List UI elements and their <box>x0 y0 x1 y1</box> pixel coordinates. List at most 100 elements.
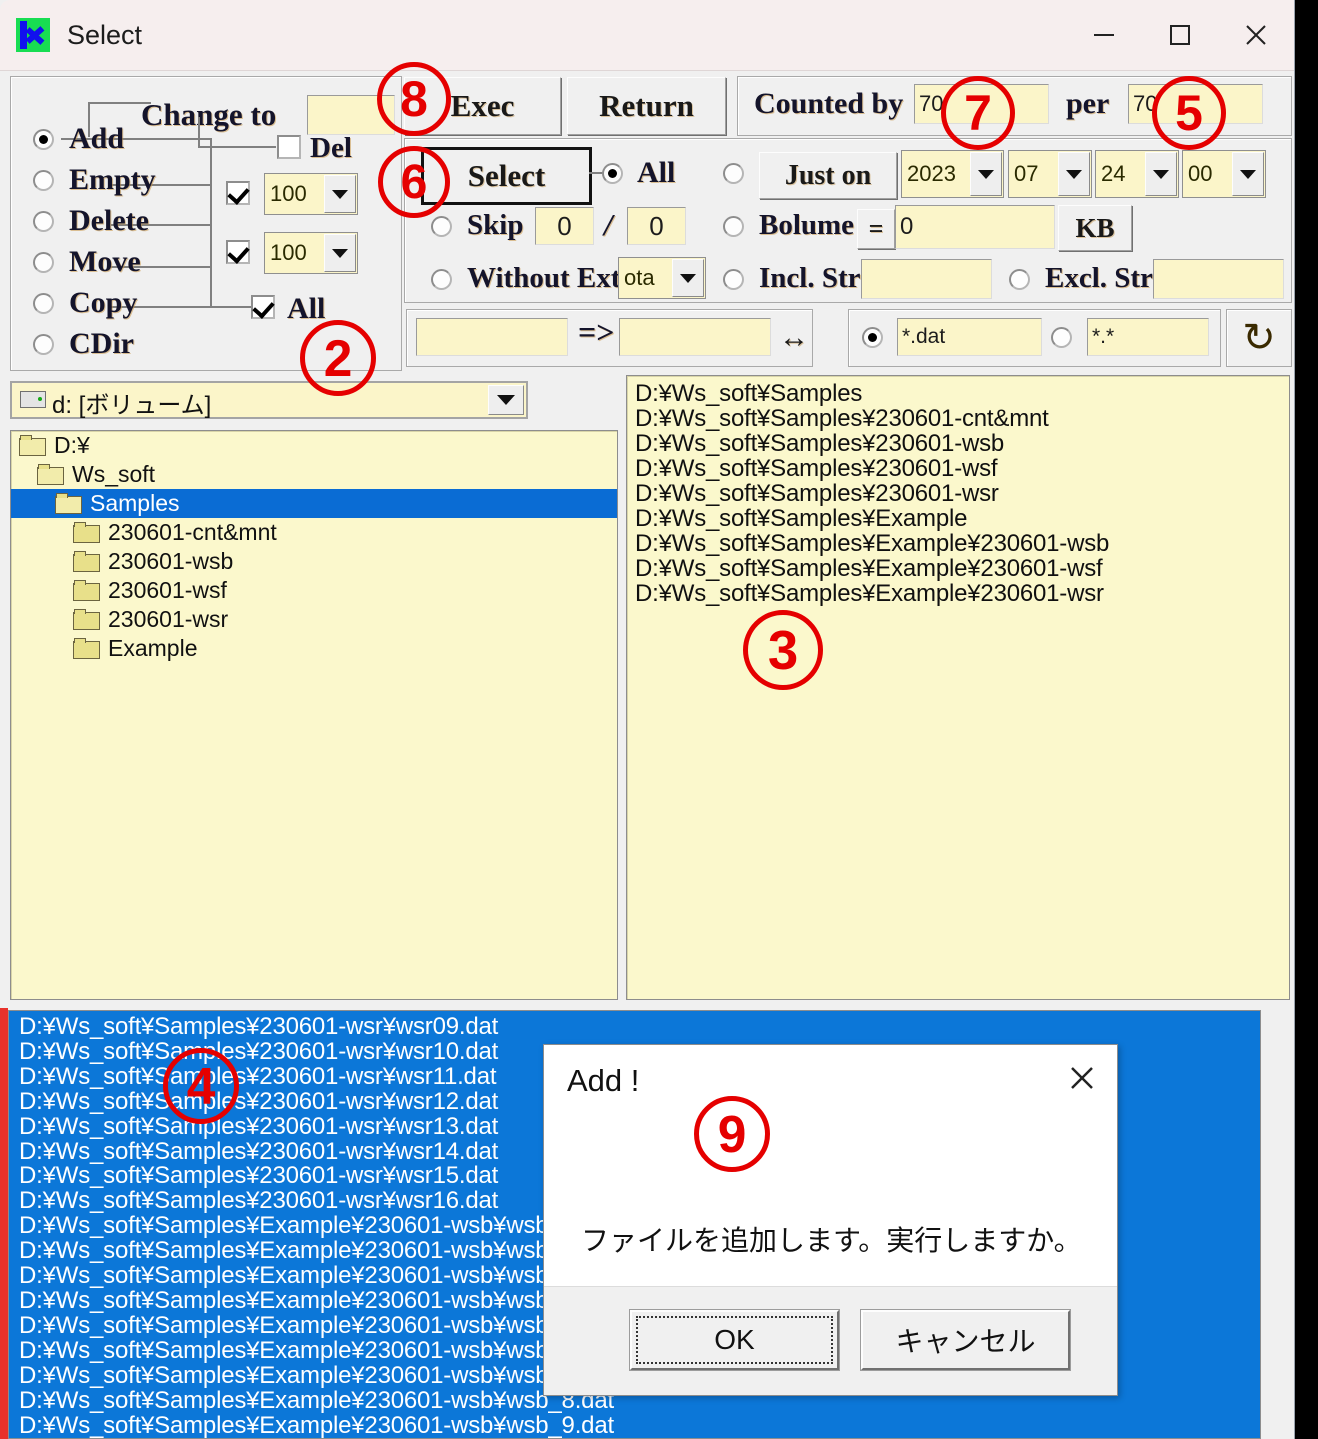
swap-arrows-icon[interactable]: ↔ <box>779 312 809 364</box>
dialog-message: ファイルを追加します。実行しますか。 <box>581 1225 1082 1256</box>
radio-mask-primary[interactable] <box>862 327 883 348</box>
path-list-item[interactable]: D:¥Ws_soft¥Samples¥230601-wsb <box>635 431 1289 456</box>
count1-combo[interactable]: 100 <box>264 173 358 215</box>
focus-ring <box>636 1316 833 1364</box>
radio-skip[interactable] <box>431 216 452 237</box>
skip-from-input[interactable]: 0 <box>535 207 594 245</box>
tree-item[interactable]: Example <box>11 634 617 663</box>
cancel-label: キャンセル <box>895 1326 1036 1357</box>
radio-without-ext[interactable] <box>431 269 452 290</box>
radio-move[interactable] <box>33 252 54 273</box>
label-copy: Copy <box>69 286 138 319</box>
mask-primary-input[interactable]: *.dat <box>897 318 1042 356</box>
count2-value: 100 <box>270 240 307 265</box>
chevron-down-icon[interactable] <box>488 385 524 415</box>
radio-delete[interactable] <box>33 211 54 232</box>
bolume-eq-button[interactable]: = <box>857 209 895 249</box>
tree-item-label: 230601-wsf <box>108 577 227 603</box>
count2-combo[interactable]: 100 <box>264 232 358 274</box>
file-list-scroll-gutter[interactable] <box>1261 1008 1294 1439</box>
replace-to-input[interactable] <box>619 318 771 356</box>
kb-button[interactable]: KB <box>1058 205 1132 251</box>
tree-item[interactable]: 230601-wsf <box>11 576 617 605</box>
path-list-item[interactable]: D:¥Ws_soft¥Samples <box>635 381 1289 406</box>
file-list-item[interactable]: D:¥Ws_soft¥Samples¥Example¥230601-wsb¥ws… <box>19 1413 1260 1439</box>
bolume-input[interactable]: 0 <box>895 205 1055 249</box>
radio-excl-str[interactable] <box>1009 269 1030 290</box>
month-combo[interactable]: 07 <box>1008 150 1092 198</box>
count2-checkbox[interactable] <box>226 240 250 264</box>
dialog-footer: OK キャンセル <box>544 1286 1117 1395</box>
radio-just-on[interactable] <box>723 163 744 184</box>
incl-str-input[interactable] <box>861 259 992 299</box>
label-bolume: Bolume <box>759 209 855 241</box>
refresh-icon[interactable]: ↻ <box>1227 310 1291 366</box>
per-input[interactable]: 70 <box>1128 84 1263 124</box>
del-checkbox[interactable] <box>277 135 301 159</box>
counted-by-input[interactable]: 70 <box>914 84 1049 124</box>
chevron-down-icon[interactable] <box>1145 152 1177 196</box>
path-list-item[interactable]: D:¥Ws_soft¥Samples¥Example¥230601-wsb <box>635 531 1289 556</box>
day-combo[interactable]: 24 <box>1095 150 1179 198</box>
skip-to-input[interactable]: 0 <box>627 207 686 245</box>
file-list-item[interactable]: D:¥Ws_soft¥Samples¥230601-wsr¥wsr09.dat <box>19 1014 1260 1040</box>
return-button[interactable]: Return <box>567 77 726 135</box>
radio-add[interactable] <box>33 129 54 150</box>
path-list-item[interactable]: D:¥Ws_soft¥Samples¥Example¥230601-wsr <box>635 581 1289 606</box>
hour-combo[interactable]: 00 <box>1182 150 1266 198</box>
app-k-icon <box>16 18 50 52</box>
dialog-close-icon[interactable] <box>1065 1061 1099 1095</box>
chevron-down-icon[interactable] <box>970 152 1002 196</box>
replace-from-input[interactable] <box>416 318 568 356</box>
path-list-item[interactable]: D:¥Ws_soft¥Samples¥Example <box>635 506 1289 531</box>
per-label: per <box>1066 87 1110 120</box>
tree-item[interactable]: 230601-wsr <box>11 605 617 634</box>
label-skip: Skip <box>467 209 524 241</box>
maximize-icon[interactable] <box>1142 0 1218 70</box>
exec-button[interactable]: Exec <box>404 77 561 135</box>
radio-empty[interactable] <box>33 170 54 191</box>
path-list-item[interactable]: D:¥Ws_soft¥Samples¥Example¥230601-wsf <box>635 556 1289 581</box>
radio-mask-secondary[interactable] <box>1051 327 1072 348</box>
filter-group: Select All Skip 0 / 0 Without Ext. ota J… <box>404 138 1292 303</box>
chevron-down-icon[interactable] <box>324 175 356 213</box>
minimize-icon[interactable] <box>1066 0 1142 70</box>
radio-cdir[interactable] <box>33 334 54 355</box>
mask-secondary-input[interactable]: *.* <box>1087 318 1209 356</box>
path-list-item[interactable]: D:¥Ws_soft¥Samples¥230601-wsf <box>635 456 1289 481</box>
chevron-down-icon[interactable] <box>324 234 356 272</box>
action-group: Change to Add Empty Delete Move Copy CDi… <box>10 76 402 371</box>
drive-value: d: [ボリューム] <box>52 392 212 419</box>
tree-item-label: D:¥ <box>54 432 90 458</box>
excl-str-input[interactable] <box>1153 259 1284 299</box>
path-list-item[interactable]: D:¥Ws_soft¥Samples¥230601-wsr <box>635 481 1289 506</box>
ok-button[interactable]: OK <box>630 1310 839 1370</box>
close-icon[interactable] <box>1218 0 1294 70</box>
without-ext-combo[interactable]: ota <box>618 257 706 299</box>
year-combo[interactable]: 2023 <box>901 150 1004 198</box>
drive-combo[interactable]: d: [ボリューム] <box>10 381 528 419</box>
radio-all[interactable] <box>602 163 623 184</box>
day-value: 24 <box>1101 161 1126 186</box>
folder-tree[interactable]: D:¥ Ws_soft Samples 230601-cnt&mnt 230601-ws… <box>10 430 618 1000</box>
tree-item[interactable]: Ws_soft <box>11 460 617 489</box>
tree-item[interactable]: 230601-wsb <box>11 547 617 576</box>
chevron-down-icon[interactable] <box>672 259 704 297</box>
cancel-button[interactable]: キャンセル <box>861 1310 1070 1370</box>
all-checkbox[interactable] <box>251 295 275 319</box>
tree-item[interactable]: Samples <box>11 489 617 518</box>
radio-copy[interactable] <box>33 293 54 314</box>
year-value: 2023 <box>907 161 956 186</box>
path-list[interactable]: D:¥Ws_soft¥Samples D:¥Ws_soft¥Samples¥230… <box>626 375 1290 1000</box>
tree-item[interactable]: D:¥ <box>11 431 617 460</box>
radio-bolume[interactable] <box>723 216 744 237</box>
drive-icon <box>20 391 46 408</box>
tree-item[interactable]: 230601-cnt&mnt <box>11 518 617 547</box>
count1-checkbox[interactable] <box>226 181 250 205</box>
path-list-item[interactable]: D:¥Ws_soft¥Samples¥230601-cnt&mnt <box>635 406 1289 431</box>
just-on-button[interactable]: Just on <box>759 152 897 199</box>
chevron-down-icon[interactable] <box>1232 152 1264 196</box>
folder-icon <box>73 551 101 572</box>
chevron-down-icon[interactable] <box>1058 152 1090 196</box>
radio-incl-str[interactable] <box>723 269 744 290</box>
